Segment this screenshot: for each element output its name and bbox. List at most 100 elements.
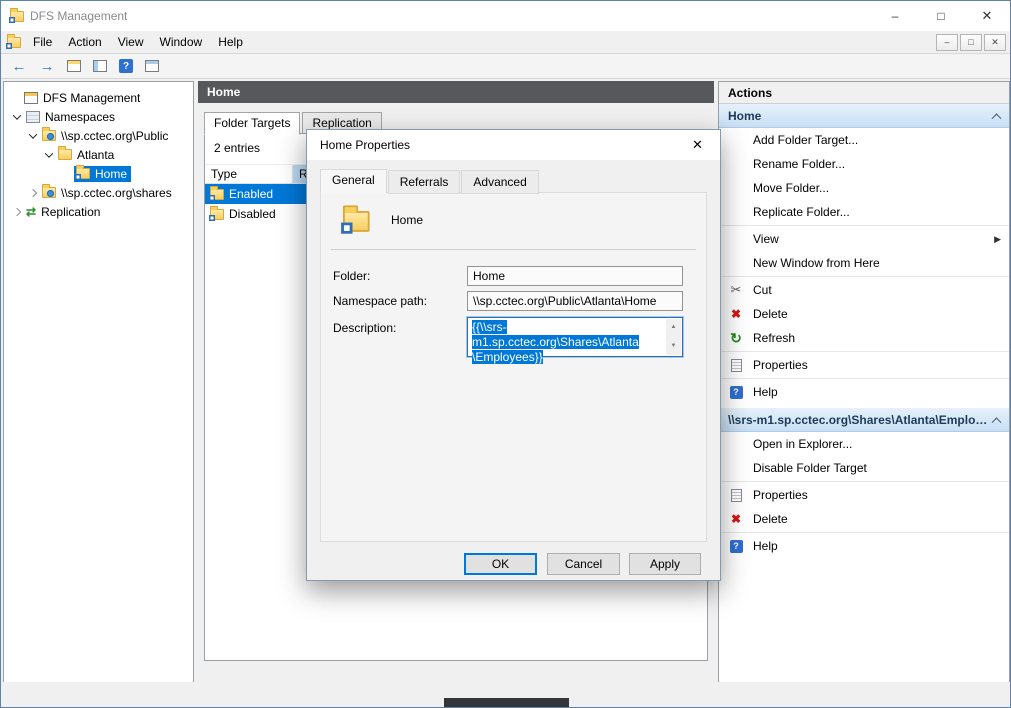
action-properties-target[interactable]: Properties bbox=[719, 483, 1009, 507]
action-help-target[interactable]: Help bbox=[719, 534, 1009, 558]
taskbar-fragment bbox=[444, 698, 569, 707]
menu-bar: File Action View Window Help – □ ✕ bbox=[1, 31, 1010, 54]
tree-item-namespaces[interactable]: Namespaces bbox=[4, 107, 193, 126]
minimize-button[interactable]: – bbox=[872, 1, 918, 31]
action-delete[interactable]: Delete bbox=[719, 302, 1009, 326]
action-move-folder[interactable]: Move Folder... bbox=[719, 176, 1009, 200]
forward-icon[interactable] bbox=[37, 58, 57, 75]
action-help[interactable]: Help bbox=[719, 380, 1009, 404]
separator bbox=[719, 276, 1009, 277]
help-icon[interactable] bbox=[117, 57, 135, 75]
namespace-path-field[interactable]: \\sp.cctec.org\Public\Atlanta\Home bbox=[467, 291, 683, 311]
chevron-expanded-icon[interactable] bbox=[13, 111, 21, 119]
folder-icon bbox=[58, 149, 72, 160]
collapse-chevron-icon[interactable] bbox=[992, 417, 1002, 427]
child-close-button[interactable]: ✕ bbox=[984, 34, 1006, 51]
tree-item-home[interactable]: Home bbox=[4, 164, 193, 183]
action-open-in-explorer[interactable]: Open in Explorer... bbox=[719, 432, 1009, 456]
child-restore-button[interactable]: □ bbox=[960, 34, 982, 51]
tree-item-namespace-public[interactable]: \\sp.cctec.org\Public bbox=[4, 126, 193, 145]
action-new-window-from-here[interactable]: New Window from Here bbox=[719, 251, 1009, 275]
chevron-expanded-icon[interactable] bbox=[29, 130, 37, 138]
tree-item-replication[interactable]: Replication bbox=[4, 202, 193, 221]
separator bbox=[719, 532, 1009, 533]
delete-icon bbox=[728, 306, 744, 322]
maximize-button[interactable]: □ bbox=[918, 1, 964, 31]
action-properties[interactable]: Properties bbox=[719, 353, 1009, 377]
apply-button[interactable]: Apply bbox=[629, 553, 701, 575]
description-field[interactable]: {{\\srs-m1.sp.cctec.org\Shares\Atlanta \… bbox=[467, 317, 683, 357]
tree-item-label: Home bbox=[95, 167, 127, 181]
row-type-value: Enabled bbox=[229, 187, 273, 201]
tree-item-dfs-management[interactable]: DFS Management bbox=[4, 88, 193, 107]
up-one-level-icon[interactable] bbox=[65, 57, 83, 75]
divider bbox=[331, 249, 696, 250]
folder-target-icon bbox=[210, 189, 224, 200]
description-scrollbar[interactable]: ▲ ▼ bbox=[666, 319, 681, 355]
submenu-arrow-icon bbox=[994, 234, 1001, 245]
action-label: Replicate Folder... bbox=[753, 205, 850, 219]
back-icon[interactable] bbox=[9, 58, 29, 75]
separator bbox=[719, 225, 1009, 226]
menu-help[interactable]: Help bbox=[210, 32, 251, 52]
chevron-collapsed-icon[interactable] bbox=[13, 207, 21, 215]
tree-item-namespace-shares[interactable]: \\sp.cctec.org\shares bbox=[4, 183, 193, 202]
tab-referrals[interactable]: Referrals bbox=[388, 170, 461, 194]
action-cut[interactable]: Cut bbox=[719, 278, 1009, 302]
action-label: Disable Folder Target bbox=[753, 461, 867, 475]
child-minimize-button[interactable]: – bbox=[936, 34, 958, 51]
selected-tree-item[interactable]: Home bbox=[74, 166, 131, 182]
menu-action[interactable]: Action bbox=[60, 32, 109, 52]
action-view[interactable]: View bbox=[719, 227, 1009, 251]
scroll-down-icon[interactable]: ▼ bbox=[671, 339, 677, 354]
action-group-header-home[interactable]: Home bbox=[719, 104, 1009, 128]
namespaces-icon bbox=[26, 111, 40, 123]
cancel-button[interactable]: Cancel bbox=[547, 553, 620, 575]
refresh-icon bbox=[728, 330, 744, 346]
separator bbox=[719, 378, 1009, 379]
action-label: Cut bbox=[753, 283, 772, 297]
dialog-close-button[interactable]: ✕ bbox=[675, 130, 720, 160]
action-label: Open in Explorer... bbox=[753, 437, 852, 451]
ok-button[interactable]: OK bbox=[464, 553, 537, 575]
scroll-up-icon[interactable]: ▲ bbox=[671, 320, 677, 335]
namespace-icon bbox=[42, 187, 56, 198]
action-disable-folder-target[interactable]: Disable Folder Target bbox=[719, 456, 1009, 480]
action-add-folder-target[interactable]: Add Folder Target... bbox=[719, 128, 1009, 152]
console-root-icon bbox=[24, 92, 38, 104]
action-group-header-target[interactable]: \\srs-m1.sp.cctec.org\Shares\Atlanta\Emp… bbox=[719, 408, 1009, 432]
separator bbox=[719, 351, 1009, 352]
folder-field[interactable]: Home bbox=[467, 266, 683, 286]
action-label: New Window from Here bbox=[753, 256, 880, 270]
toolbar bbox=[1, 54, 1010, 79]
action-delete-target[interactable]: Delete bbox=[719, 507, 1009, 531]
cut-icon bbox=[728, 282, 744, 298]
menu-view[interactable]: View bbox=[110, 32, 152, 52]
help-icon bbox=[728, 384, 744, 400]
show-console-tree-icon[interactable] bbox=[91, 57, 109, 75]
tab-folder-targets[interactable]: Folder Targets bbox=[204, 112, 300, 135]
action-label: Help bbox=[753, 385, 778, 399]
action-label: Move Folder... bbox=[753, 181, 829, 195]
tree-item-label: Atlanta bbox=[77, 148, 114, 162]
tree-item-label: \\sp.cctec.org\shares bbox=[61, 186, 172, 200]
tab-advanced[interactable]: Advanced bbox=[461, 170, 538, 194]
chevron-collapsed-icon[interactable] bbox=[29, 188, 37, 196]
action-label: View bbox=[753, 232, 779, 246]
action-rename-folder[interactable]: Rename Folder... bbox=[719, 152, 1009, 176]
action-replicate-folder[interactable]: Replicate Folder... bbox=[719, 200, 1009, 224]
close-button[interactable]: ✕ bbox=[964, 1, 1010, 31]
collapse-chevron-icon[interactable] bbox=[992, 113, 1002, 123]
delete-icon bbox=[728, 511, 744, 527]
menu-window[interactable]: Window bbox=[152, 32, 211, 52]
namespace-icon bbox=[42, 130, 56, 141]
menu-file[interactable]: File bbox=[25, 32, 60, 52]
folder-target-icon bbox=[210, 209, 224, 220]
tree-item-atlanta[interactable]: Atlanta bbox=[4, 145, 193, 164]
chevron-expanded-icon[interactable] bbox=[45, 149, 53, 157]
export-list-icon[interactable] bbox=[143, 57, 161, 75]
column-header-type[interactable]: Type bbox=[205, 165, 293, 183]
replication-icon bbox=[26, 205, 36, 219]
action-refresh[interactable]: Refresh bbox=[719, 326, 1009, 350]
tab-general[interactable]: General bbox=[320, 169, 387, 194]
